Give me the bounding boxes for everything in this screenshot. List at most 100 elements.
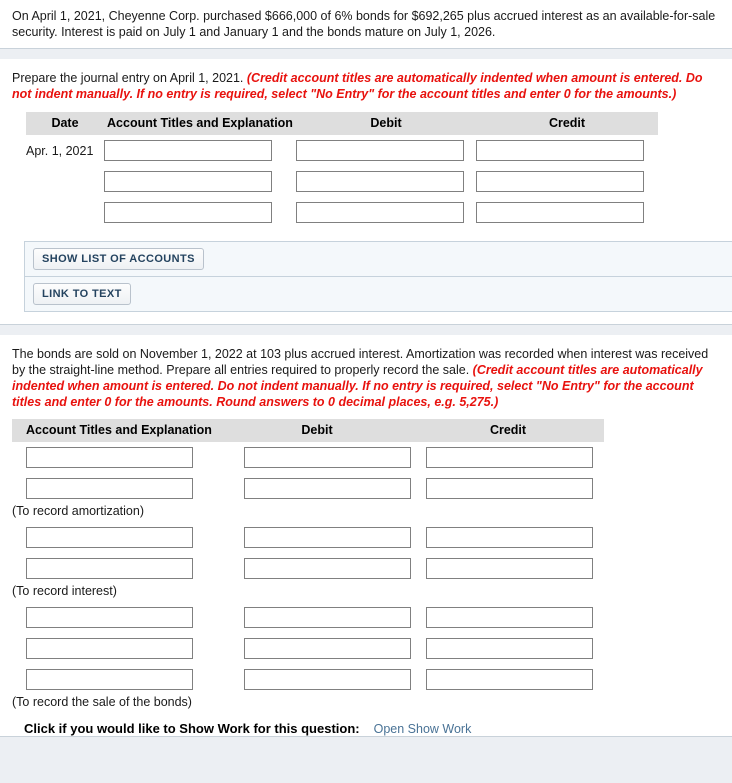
cell-account	[12, 553, 222, 584]
link-to-text-bar: LINK TO TEXT	[24, 277, 732, 312]
credit-input-1-3[interactable]	[476, 202, 644, 223]
cell-debit	[222, 553, 412, 584]
column-header-account: Account Titles and Explanation	[104, 112, 296, 135]
question-page: On April 1, 2021, Cheyenne Corp. purchas…	[0, 0, 732, 783]
cell-debit-1	[296, 135, 476, 166]
cell-credit	[412, 633, 604, 664]
journal-entry-table-1: Date Account Titles and Explanation Debi…	[26, 112, 658, 228]
table-row	[12, 633, 604, 664]
debit-input-1-1[interactable]	[296, 140, 464, 161]
row-date-1: Apr. 1, 2021	[26, 143, 94, 158]
cell-debit	[222, 664, 412, 695]
memo-interest: (To record interest)	[12, 584, 117, 598]
table-row	[12, 553, 604, 584]
cell-account	[12, 522, 222, 553]
question-1-panel: Prepare the journal entry on April 1, 20…	[0, 59, 732, 325]
problem-statement-text: On April 1, 2021, Cheyenne Corp. purchas…	[12, 9, 716, 39]
column-header-credit: Credit	[412, 419, 604, 442]
cell-debit	[222, 633, 412, 664]
credit-input-2-6[interactable]	[426, 638, 593, 659]
cell-credit	[412, 602, 604, 633]
debit-input-1-2[interactable]	[296, 171, 464, 192]
debit-input-2-3[interactable]	[244, 527, 411, 548]
cell-account	[12, 442, 222, 473]
debit-input-2-4[interactable]	[244, 558, 411, 579]
cell-credit-3	[476, 197, 658, 228]
question-1-instruction-plain: Prepare the journal entry on April 1, 20…	[12, 71, 247, 85]
cell-credit-1	[476, 135, 658, 166]
credit-input-1-2[interactable]	[476, 171, 644, 192]
debit-input-2-2[interactable]	[244, 478, 411, 499]
journal-entry-table-2: Account Titles and Explanation Debit Cre…	[12, 419, 604, 713]
account-title-input-2-3[interactable]	[26, 527, 193, 548]
show-work-label: Click if you would like to Show Work for…	[24, 721, 360, 736]
table-row	[12, 522, 604, 553]
debit-input-1-3[interactable]	[296, 202, 464, 223]
show-list-of-accounts-button[interactable]: SHOW LIST OF ACCOUNTS	[33, 248, 204, 270]
cell-account-3	[104, 197, 296, 228]
cell-debit-2	[296, 166, 476, 197]
credit-input-2-5[interactable]	[426, 607, 593, 628]
credit-input-2-7[interactable]	[426, 669, 593, 690]
memo-sale-of-bonds: (To record the sale of the bonds)	[12, 695, 192, 709]
cell-account	[12, 602, 222, 633]
show-work-row: Click if you would like to Show Work for…	[12, 713, 722, 736]
account-title-input-1-3[interactable]	[104, 202, 272, 223]
table-row	[26, 197, 658, 228]
debit-input-2-7[interactable]	[244, 669, 411, 690]
debit-input-2-1[interactable]	[244, 447, 411, 468]
cell-credit	[412, 553, 604, 584]
cell-credit	[412, 522, 604, 553]
cell-debit	[222, 473, 412, 504]
show-list-of-accounts-bar: SHOW LIST OF ACCOUNTS	[24, 241, 732, 277]
link-to-text-button[interactable]: LINK TO TEXT	[33, 283, 131, 305]
column-header-debit: Debit	[222, 419, 412, 442]
column-header-debit: Debit	[296, 112, 476, 135]
table-row	[12, 473, 604, 504]
open-show-work-link[interactable]: Open Show Work	[374, 722, 472, 736]
cell-debit	[222, 602, 412, 633]
credit-input-2-4[interactable]	[426, 558, 593, 579]
table-header-row: Date Account Titles and Explanation Debi…	[26, 112, 658, 135]
account-title-input-1-1[interactable]	[104, 140, 272, 161]
table-row	[12, 664, 604, 695]
cell-debit	[222, 442, 412, 473]
account-title-input-2-5[interactable]	[26, 607, 193, 628]
table-row	[26, 166, 658, 197]
question-1-instruction: Prepare the journal entry on April 1, 20…	[12, 70, 722, 102]
credit-input-2-3[interactable]	[426, 527, 593, 548]
cell-account-1	[104, 135, 296, 166]
cell-debit	[222, 522, 412, 553]
table-row	[12, 602, 604, 633]
debit-input-2-5[interactable]	[244, 607, 411, 628]
cell-account	[12, 664, 222, 695]
account-title-input-1-2[interactable]	[104, 171, 272, 192]
column-header-credit: Credit	[476, 112, 658, 135]
cell-credit	[412, 664, 604, 695]
table-row: Apr. 1, 2021	[26, 135, 658, 166]
table-header-row: Account Titles and Explanation Debit Cre…	[12, 419, 604, 442]
account-title-input-2-2[interactable]	[26, 478, 193, 499]
row-date-3	[26, 197, 104, 228]
table-row	[12, 442, 604, 473]
table-memo-row: (To record amortization)	[12, 504, 604, 522]
question-2-instruction: The bonds are sold on November 1, 2022 a…	[12, 346, 722, 410]
table-memo-row: (To record the sale of the bonds)	[12, 695, 604, 713]
debit-input-2-6[interactable]	[244, 638, 411, 659]
credit-input-2-2[interactable]	[426, 478, 593, 499]
panel-gap-1	[0, 49, 732, 59]
question-2-panel: The bonds are sold on November 1, 2022 a…	[0, 335, 732, 737]
account-title-input-2-6[interactable]	[26, 638, 193, 659]
cell-credit-2	[476, 166, 658, 197]
account-title-input-2-1[interactable]	[26, 447, 193, 468]
account-title-input-2-4[interactable]	[26, 558, 193, 579]
cell-account	[12, 473, 222, 504]
credit-input-2-1[interactable]	[426, 447, 593, 468]
panel-gap-2	[0, 325, 732, 335]
cell-credit	[412, 442, 604, 473]
account-title-input-2-7[interactable]	[26, 669, 193, 690]
credit-input-1-1[interactable]	[476, 140, 644, 161]
column-header-date: Date	[26, 112, 104, 135]
cell-account-2	[104, 166, 296, 197]
memo-amortization: (To record amortization)	[12, 504, 144, 518]
